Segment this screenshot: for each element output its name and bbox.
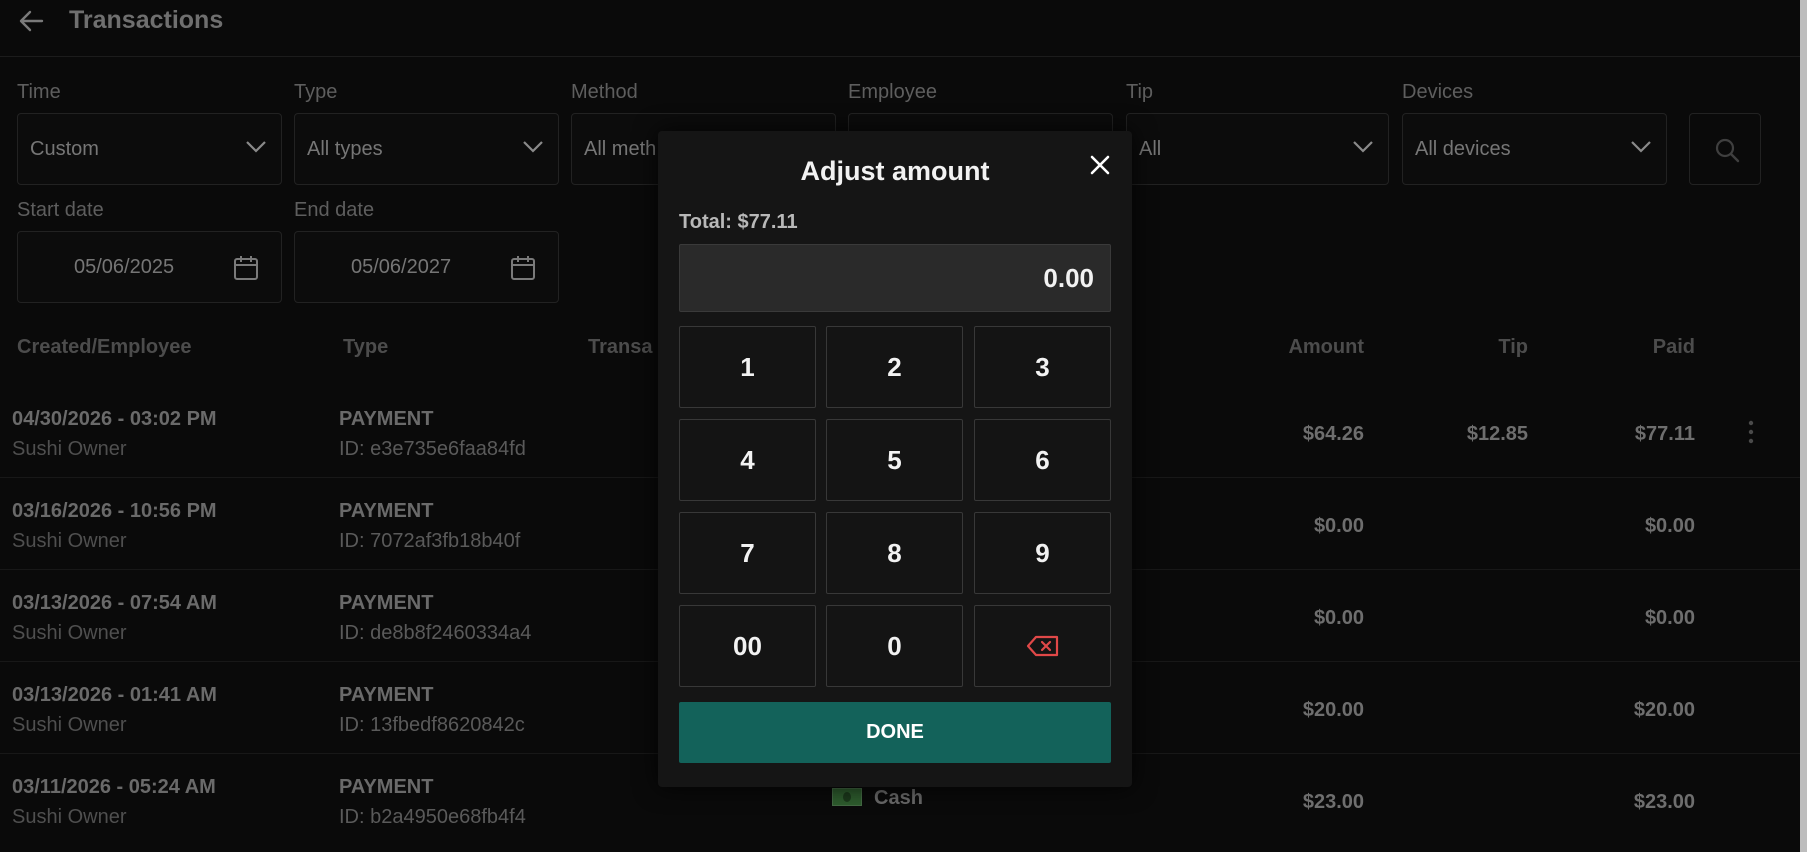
row-date: 04/30/2026 - 03:02 PM bbox=[12, 408, 217, 430]
page-title: Transactions bbox=[69, 6, 224, 34]
row-id: ID: 13fbedf8620842c bbox=[339, 714, 525, 736]
row-employee: Sushi Owner bbox=[12, 714, 127, 736]
amount-input[interactable]: 0.00 bbox=[679, 244, 1111, 312]
devices-filter-select[interactable]: All devices bbox=[1402, 113, 1667, 185]
row-amount: $0.00 bbox=[1313, 607, 1364, 629]
search-button[interactable] bbox=[1689, 113, 1761, 185]
row-id: ID: 7072af3fb18b40f bbox=[339, 530, 521, 552]
key-5[interactable]: 5 bbox=[826, 419, 963, 501]
type-filter-value: All types bbox=[307, 138, 383, 160]
adjust-amount-dialog: Adjust amount Total: $77.11 0.00 1 2 3 4… bbox=[658, 131, 1132, 787]
close-icon[interactable] bbox=[1086, 151, 1114, 179]
start-date-value: 05/06/2025 bbox=[74, 256, 175, 278]
row-method: Cash bbox=[832, 787, 923, 810]
key-7[interactable]: 7 bbox=[679, 512, 816, 594]
tip-filter-value: All bbox=[1139, 138, 1162, 160]
row-paid: $20.00 bbox=[1633, 699, 1695, 721]
column-header-amount: Amount bbox=[1288, 336, 1364, 358]
row-method-label: Cash bbox=[874, 787, 923, 809]
header: Transactions bbox=[0, 0, 1800, 57]
column-header-type: Type bbox=[343, 336, 389, 358]
chevron-down-icon bbox=[523, 141, 543, 153]
key-6[interactable]: 6 bbox=[974, 419, 1111, 501]
key-2[interactable]: 2 bbox=[826, 326, 963, 408]
transactions-screen: Transactions Time Type Method Employee T… bbox=[0, 0, 1800, 852]
row-paid: $0.00 bbox=[1644, 607, 1695, 629]
end-date-label: End date bbox=[294, 199, 375, 221]
row-type: PAYMENT bbox=[339, 684, 434, 706]
row-employee: Sushi Owner bbox=[12, 622, 127, 644]
chevron-down-icon bbox=[1631, 141, 1651, 153]
key-9[interactable]: 9 bbox=[974, 512, 1111, 594]
row-amount: $64.26 bbox=[1302, 423, 1364, 445]
row-date: 03/16/2026 - 10:56 PM bbox=[12, 500, 217, 522]
row-type: PAYMENT bbox=[339, 776, 434, 798]
row-date: 03/11/2026 - 05:24 AM bbox=[12, 776, 216, 798]
end-date-value: 05/06/2027 bbox=[351, 256, 452, 278]
key-00[interactable]: 00 bbox=[679, 605, 816, 687]
start-date-label: Start date bbox=[17, 199, 104, 221]
row-date: 03/13/2026 - 01:41 AM bbox=[12, 684, 217, 706]
row-type: PAYMENT bbox=[339, 500, 434, 522]
method-filter-value: All meth bbox=[584, 138, 657, 160]
column-header-tip: Tip bbox=[1498, 336, 1528, 358]
start-date-field[interactable]: 05/06/2025 bbox=[17, 231, 282, 303]
key-3[interactable]: 3 bbox=[974, 326, 1111, 408]
tip-filter-select[interactable]: All bbox=[1126, 113, 1389, 185]
row-type: PAYMENT bbox=[339, 408, 434, 430]
type-filter-label: Type bbox=[294, 81, 338, 103]
back-button[interactable] bbox=[16, 6, 50, 36]
row-amount: $23.00 bbox=[1302, 791, 1364, 813]
tip-filter-label: Tip bbox=[1126, 81, 1154, 103]
column-header-transaction: Transa bbox=[588, 336, 653, 358]
row-amount: $20.00 bbox=[1302, 699, 1364, 721]
row-paid: $23.00 bbox=[1633, 791, 1695, 813]
calendar-icon bbox=[234, 256, 258, 280]
column-header-created: Created/Employee bbox=[17, 336, 192, 358]
devices-filter-label: Devices bbox=[1402, 81, 1474, 103]
column-header-paid: Paid bbox=[1652, 336, 1695, 358]
search-icon bbox=[1715, 138, 1740, 163]
more-vertical-icon[interactable] bbox=[1740, 416, 1762, 448]
employee-filter-label: Employee bbox=[848, 81, 937, 103]
row-employee: Sushi Owner bbox=[12, 806, 127, 828]
row-paid: $0.00 bbox=[1644, 515, 1695, 537]
key-8[interactable]: 8 bbox=[826, 512, 963, 594]
key-4[interactable]: 4 bbox=[679, 419, 816, 501]
row-id: ID: e3e735e6faa84fd bbox=[339, 438, 526, 460]
row-employee: Sushi Owner bbox=[12, 530, 127, 552]
total-label: Total: $77.11 bbox=[679, 211, 798, 233]
time-filter-label: Time bbox=[17, 81, 61, 103]
end-date-field[interactable]: 05/06/2027 bbox=[294, 231, 559, 303]
row-id: ID: de8b8f2460334a4 bbox=[339, 622, 532, 644]
row-date: 03/13/2026 - 07:54 AM bbox=[12, 592, 217, 614]
dialog-title: Adjust amount bbox=[800, 156, 990, 186]
key-0[interactable]: 0 bbox=[826, 605, 963, 687]
row-type: PAYMENT bbox=[339, 592, 434, 614]
back-arrow-icon bbox=[19, 10, 44, 32]
time-filter-value: Custom bbox=[30, 138, 99, 160]
row-id: ID: b2a4950e68fb4f4 bbox=[339, 806, 526, 828]
devices-filter-value: All devices bbox=[1415, 138, 1511, 160]
row-employee: Sushi Owner bbox=[12, 438, 127, 460]
chevron-down-icon bbox=[1353, 141, 1373, 153]
backspace-icon bbox=[1026, 635, 1058, 657]
done-button[interactable]: DONE bbox=[679, 702, 1111, 763]
calendar-icon bbox=[511, 256, 535, 280]
key-1[interactable]: 1 bbox=[679, 326, 816, 408]
chevron-down-icon bbox=[246, 141, 266, 153]
time-filter-select[interactable]: Custom bbox=[17, 113, 282, 185]
cash-icon bbox=[832, 788, 862, 806]
row-tip: $12.85 bbox=[1466, 423, 1528, 445]
row-amount: $0.00 bbox=[1313, 515, 1364, 537]
method-filter-label: Method bbox=[571, 81, 638, 103]
backspace-button[interactable] bbox=[974, 605, 1111, 687]
window-edge bbox=[1800, 0, 1807, 852]
row-paid: $77.11 bbox=[1634, 423, 1695, 445]
type-filter-select[interactable]: All types bbox=[294, 113, 559, 185]
